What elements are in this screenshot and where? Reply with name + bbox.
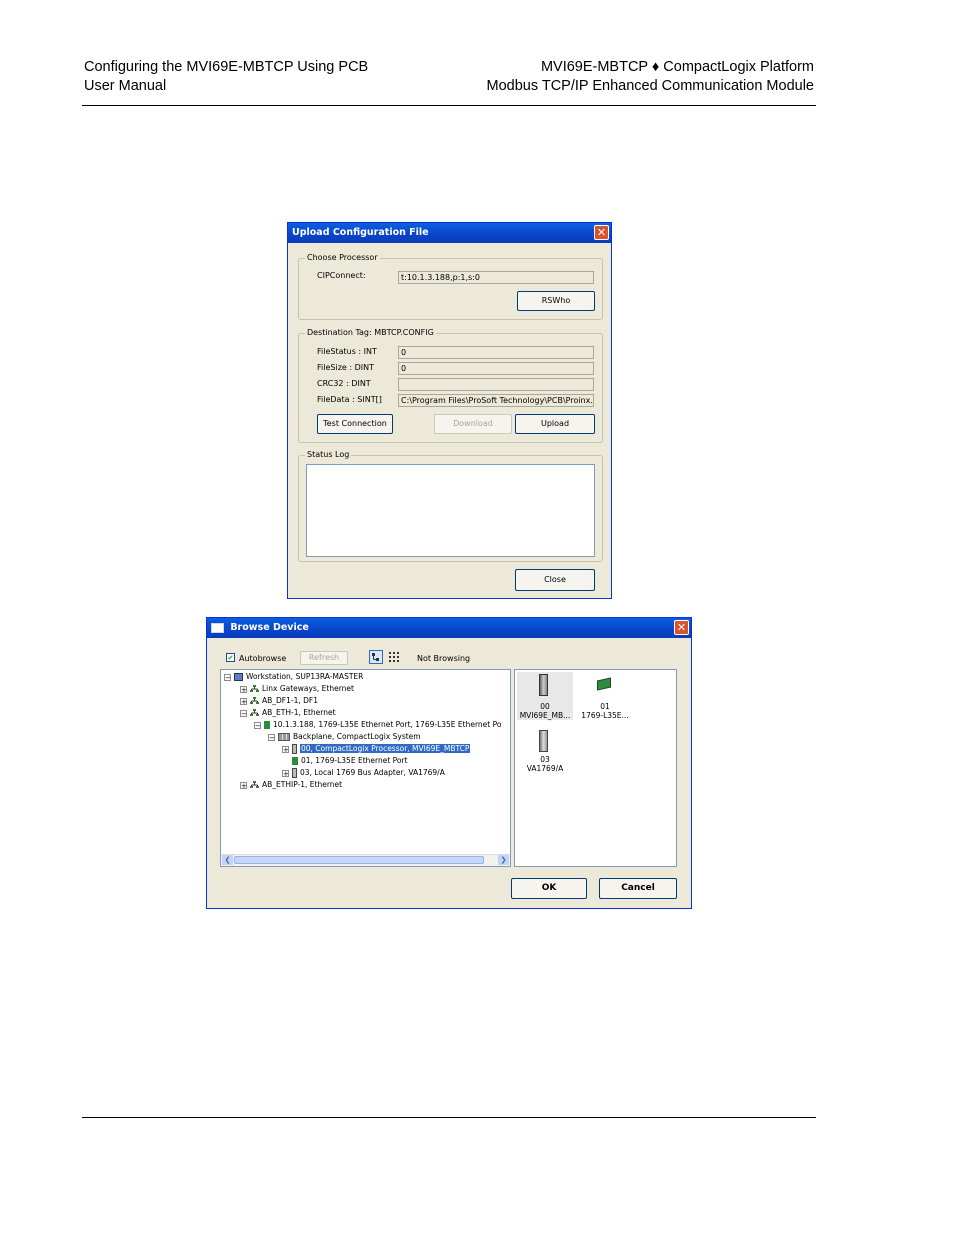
browse-device-dialog: Browse Device ✕ ✔ Autobrowse Refresh Not… xyxy=(206,617,692,909)
crc32-label: CRC32 : DINT xyxy=(317,379,371,388)
header-right: MVI69E-MBTCP ♦ CompactLogix Platform Mod… xyxy=(486,58,814,96)
device-tile-03[interactable]: 03 VA1769/A xyxy=(517,728,573,776)
tree-item-compactlogix-processor[interactable]: +00, CompactLogix Processor, MVI69E_MBTC… xyxy=(282,744,471,754)
status-log-area[interactable] xyxy=(306,464,595,557)
destination-tag-group: Destination Tag: MBTCP.CONFIG FileStatus… xyxy=(298,328,603,443)
crc32-field[interactable] xyxy=(398,378,594,391)
tree-item-l35e-ethernet-port[interactable]: 01, 1769-L35E Ethernet Port xyxy=(292,756,408,766)
ethernet-card-icon xyxy=(292,757,298,765)
tree-item-ethernet-port[interactable]: −10.1.3.188, 1769-L35E Ethernet Port, 17… xyxy=(254,720,501,730)
header-doc-title: Configuring the MVI69E-MBTCP Using PCB xyxy=(84,59,369,75)
cipconnect-field[interactable]: t:10.1.3.188,p:1,s:0 xyxy=(398,271,594,284)
header-rule xyxy=(82,105,816,106)
network-icon xyxy=(250,685,259,693)
autobrowse-label: Autobrowse xyxy=(239,654,287,663)
tree-item-ab-eth[interactable]: − AB_ETH-1, Ethernet xyxy=(240,708,336,718)
upload-config-dialog: Upload Configuration File ✕ Choose Proce… xyxy=(287,222,612,599)
device-slot-01: 01 xyxy=(600,702,610,711)
filedata-label: FileData : SINT[] xyxy=(317,395,382,404)
tree-item-linx-gateways[interactable]: + Linx Gateways, Ethernet xyxy=(240,684,354,694)
upload-dialog-close-icon[interactable]: ✕ xyxy=(594,225,609,240)
backplane-icon xyxy=(278,733,290,741)
device-tile-00[interactable]: 00 MVI69E_MB... xyxy=(517,672,573,720)
ethernet-card-icon xyxy=(597,677,611,691)
browse-dialog-title: Browse Device xyxy=(230,622,309,633)
device-name-03: VA1769/A xyxy=(526,764,564,773)
device-slot-03: 03 xyxy=(540,755,550,764)
device-tile-01[interactable]: 01 1769-L35E... xyxy=(577,672,633,720)
header-product: MVI69E-MBTCP ♦ CompactLogix Platform xyxy=(540,59,814,75)
choose-processor-group: Choose Processor CIPConnect: t:10.1.3.18… xyxy=(298,253,603,320)
header-doc-type: User Manual xyxy=(84,78,167,94)
scroll-thumb[interactable] xyxy=(234,856,484,864)
window-icon xyxy=(211,622,224,633)
browse-status-text: Not Browsing xyxy=(417,654,471,663)
footer-rule xyxy=(82,1117,816,1118)
device-slot-00: 00 xyxy=(540,702,550,711)
bus-adapter-module-icon xyxy=(539,730,548,752)
upload-dialog-title: Upload Configuration File xyxy=(292,227,429,238)
choose-processor-title: Choose Processor xyxy=(305,253,380,262)
tree-item-backplane[interactable]: − Backplane, CompactLogix System xyxy=(268,732,421,742)
download-button[interactable]: Download xyxy=(434,414,512,434)
device-name-00: MVI69E_MB... xyxy=(519,711,571,720)
module-icon xyxy=(292,768,297,778)
network-icon xyxy=(250,781,259,789)
browse-dialog-titlebar: Browse Device ✕ xyxy=(207,618,691,638)
status-log-group: Status Log xyxy=(298,450,603,562)
device-icons-pane[interactable]: 00 MVI69E_MB... 01 1769-L35E... 03 VA176… xyxy=(514,669,677,867)
status-log-title: Status Log xyxy=(305,450,352,459)
device-name-01: 1769-L35E... xyxy=(581,711,629,720)
rswho-button[interactable]: RSWho xyxy=(517,291,595,311)
device-tree-pane[interactable]: − Workstation, SUP13RA-MASTER + Linx Gatew… xyxy=(220,669,511,867)
cancel-button[interactable]: Cancel xyxy=(599,878,677,899)
autobrowse-checkbox[interactable]: ✔ xyxy=(226,653,235,662)
tree-item-bus-adapter[interactable]: +03, Local 1769 Bus Adapter, VA1769/A xyxy=(282,768,445,778)
tree-view-icon[interactable] xyxy=(369,650,383,664)
test-connection-button[interactable]: Test Connection xyxy=(317,414,393,434)
filedata-field[interactable]: C:\Program Files\ProSoft Technology\PCB\… xyxy=(398,394,594,407)
list-view-icon[interactable] xyxy=(387,650,401,664)
tree-horizontal-scrollbar[interactable]: ❮ ❯ xyxy=(221,854,510,866)
ethernet-card-icon xyxy=(264,721,270,729)
computer-icon xyxy=(234,673,243,681)
scroll-right-icon[interactable]: ❯ xyxy=(498,855,509,865)
upload-button[interactable]: Upload xyxy=(515,414,595,434)
destination-tag-title: Destination Tag: MBTCP.CONFIG xyxy=(305,328,436,337)
processor-module-icon xyxy=(539,674,548,696)
network-icon xyxy=(250,709,259,717)
filestatus-field[interactable]: 0 xyxy=(398,346,594,359)
module-icon xyxy=(292,744,297,754)
network-icon xyxy=(250,697,259,705)
ok-button[interactable]: OK xyxy=(511,878,587,899)
cipconnect-label: CIPConnect: xyxy=(317,271,366,280)
filesize-label: FileSize : DINT xyxy=(317,363,374,372)
scroll-left-icon[interactable]: ❮ xyxy=(222,855,233,865)
refresh-button[interactable]: Refresh xyxy=(300,651,348,665)
filesize-field[interactable]: 0 xyxy=(398,362,594,375)
filestatus-label: FileStatus : INT xyxy=(317,347,377,356)
close-button[interactable]: Close xyxy=(515,569,595,591)
header-module: Modbus TCP/IP Enhanced Communication Mod… xyxy=(486,78,814,94)
tree-item-ab-df1[interactable]: + AB_DF1-1, DF1 xyxy=(240,696,318,706)
tree-item-workstation[interactable]: − Workstation, SUP13RA-MASTER xyxy=(224,672,363,682)
tree-item-ab-ethip[interactable]: + AB_ETHIP-1, Ethernet xyxy=(240,780,342,790)
upload-dialog-titlebar: Upload Configuration File ✕ xyxy=(288,223,611,243)
header-left: Configuring the MVI69E-MBTCP Using PCB U… xyxy=(84,58,368,96)
browse-dialog-close-icon[interactable]: ✕ xyxy=(674,620,689,635)
